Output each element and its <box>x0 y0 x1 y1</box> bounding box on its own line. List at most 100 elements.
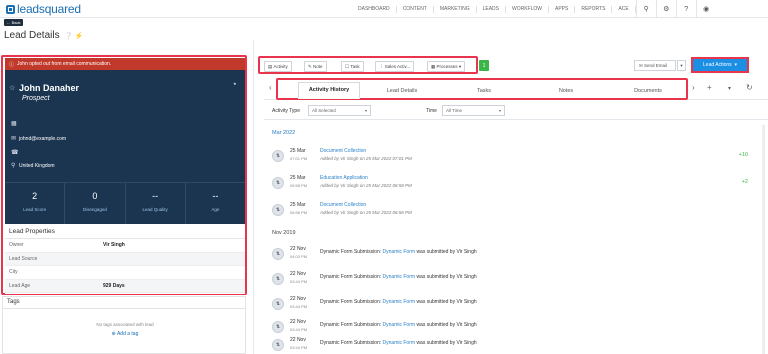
activity-type-icon: ⇅ <box>272 339 284 351</box>
nav-leads[interactable]: LEADS <box>477 5 506 13</box>
property-row: Lead Source <box>5 252 245 266</box>
back-button[interactable]: ← Back <box>4 19 23 26</box>
mail-icon: ✉ <box>11 136 17 142</box>
stat-value: -- <box>212 191 219 201</box>
lead-profile-card: ☆ John Danaher Prospect ⋆ ▦ ✉ johnd@examp… <box>5 70 245 224</box>
activity-title-link[interactable]: Document Collection <box>320 148 366 154</box>
stat-label: Lead Score <box>23 207 47 212</box>
lead-actions-button[interactable]: Lead Actions ▾ <box>691 57 749 73</box>
nav-workflow[interactable]: WORKFLOW <box>506 5 549 13</box>
tab-activity-history[interactable]: Activity History <box>298 82 360 99</box>
title-help-icon[interactable]: ❔ ⚡ <box>64 32 83 40</box>
activity-date: 22 Nov <box>290 271 306 277</box>
share-icon[interactable]: ⋆ <box>233 80 237 88</box>
property-value: 929 Days <box>103 282 125 289</box>
user-icon[interactable]: ◉ <box>695 0 716 18</box>
phone-row[interactable]: ☎ <box>11 149 19 156</box>
tab-documents[interactable]: Documents <box>612 82 684 99</box>
form-submission-suffix: was submitted by Vir Singh <box>416 340 477 346</box>
lead-email[interactable]: johnd@example.com <box>19 136 66 142</box>
activity-type-value: All Selected <box>312 108 336 113</box>
email-row[interactable]: ✉ johnd@example.com <box>11 135 66 143</box>
activity-type-icon: ⇅ <box>272 321 284 333</box>
nav-reports[interactable]: REPORTS <box>575 5 613 13</box>
lead-status: Prospect <box>22 95 50 102</box>
activity-icon: ▤ <box>268 63 273 69</box>
lead-properties-title: Lead Properties <box>5 224 245 239</box>
activity-type-select[interactable]: All Selected ▾ <box>308 105 371 116</box>
mail-icon: ✉ <box>639 62 643 68</box>
activity-added-by: Added by Vir Singh on 25 Mar 2022 07:01 … <box>320 156 412 161</box>
nav-content[interactable]: CONTENT <box>397 5 434 13</box>
note-button[interactable]: ✎ Note <box>304 61 327 72</box>
processes-label: Processes <box>436 64 458 69</box>
activity-item: ⇅ 22 Nov 04:03 PM Dynamic Form Submissio… <box>272 245 752 267</box>
activity-type-icon: ⇅ <box>272 273 284 285</box>
activity-type-icon: ⇅ <box>272 248 284 260</box>
task-label: Task <box>350 64 360 69</box>
form-link[interactable]: Dynamic Form <box>383 299 416 305</box>
company-row: ▦ <box>11 120 19 127</box>
processes-button[interactable]: ▦ Processes ▾ <box>427 61 466 72</box>
chevron-down-icon: ▾ <box>734 62 737 68</box>
activity-description: Dynamic Form Submission: Dynamic Form wa… <box>320 340 477 346</box>
process-count-badge[interactable]: 1 <box>479 60 489 71</box>
activity-description: Dynamic Form Submission: Dynamic Form wa… <box>320 299 477 305</box>
activity-title-link[interactable]: Education Application <box>320 175 368 181</box>
form-link[interactable]: Dynamic Form <box>383 249 416 255</box>
leadsquared-logo[interactable]: leadsquared <box>6 2 81 16</box>
processes-icon: ▦ <box>431 63 436 69</box>
tabs-prev-icon[interactable]: ‹ <box>269 83 272 92</box>
lead-summary-panel: ⓘ John opted out from email communication… <box>1 55 247 295</box>
task-button[interactable]: ☐ Task <box>341 61 364 72</box>
sales-activity-button[interactable]: ⋮ Sales Activ... <box>375 61 415 72</box>
help-icon[interactable]: ? <box>675 0 696 18</box>
tab-lead-details[interactable]: Lead Details <box>372 82 432 99</box>
tab-tasks[interactable]: Tasks <box>454 82 514 99</box>
tabs-menu-icon[interactable]: ▾ <box>728 85 731 92</box>
add-tag-link[interactable]: ⊕ Add a tag <box>3 331 247 337</box>
timeline-scrollbar[interactable] <box>762 125 765 354</box>
settings-icon[interactable]: ⚙ <box>655 0 676 18</box>
activity-time: 06:58 PM <box>290 183 308 188</box>
stat-label: Disengaged <box>82 207 107 212</box>
activity-title-link[interactable]: Document Collection <box>320 202 366 208</box>
activity-type-icon: ⇅ <box>272 298 284 310</box>
form-submission-suffix: was submitted by Vir Singh <box>416 299 477 305</box>
star-icon[interactable]: ☆ <box>9 84 15 92</box>
form-link[interactable]: Dynamic Form <box>383 340 416 346</box>
location-row: ⚲ United Kingdom <box>11 162 55 170</box>
time-select[interactable]: All Time ▾ <box>442 105 505 116</box>
nav-apps[interactable]: APPS <box>549 5 576 13</box>
form-link[interactable]: Dynamic Form <box>383 274 416 280</box>
add-tab-icon[interactable]: + <box>707 83 712 92</box>
nav-marketing[interactable]: MARKETING <box>434 5 477 13</box>
refresh-icon[interactable]: ↻ <box>746 83 753 92</box>
search-icon[interactable]: ⚲ <box>635 0 656 18</box>
send-email-button[interactable]: ✉ Send Email <box>634 60 676 71</box>
tabs-next-icon[interactable]: › <box>692 83 695 92</box>
nav-dashboard[interactable]: DASHBOARD <box>352 5 397 13</box>
panel-divider <box>253 40 254 354</box>
building-icon: ▦ <box>11 121 17 127</box>
plus-icon: ⊕ <box>111 331 116 337</box>
nav-ace[interactable]: ACE <box>612 5 636 13</box>
activity-date: 25 Mar <box>290 148 306 154</box>
property-key: City <box>9 269 18 276</box>
lead-properties: Lead Properties Owner Vir Singh Lead Sour… <box>5 224 245 294</box>
activity-item: ⇅ 22 Nov 03:44 PM Dynamic Form Submissio… <box>272 295 752 317</box>
time-value: All Time <box>446 108 463 113</box>
activity-date: 25 Mar <box>290 175 306 181</box>
activity-description: Dynamic Form Submission: Dynamic Form wa… <box>320 249 477 255</box>
lead-country: United Kingdom <box>19 162 55 169</box>
form-link[interactable]: Dynamic Form <box>383 322 416 328</box>
tab-notes[interactable]: Notes <box>536 82 596 99</box>
form-submission-prefix: Dynamic Form Submission: <box>320 322 382 328</box>
send-email-dropdown[interactable]: ▾ <box>677 60 686 71</box>
lightbulb-icon[interactable]: ⚡ <box>75 33 84 40</box>
activity-actions-bar: ▤ Activity ✎ Note ☐ Task ⋮ Sales Activ..… <box>258 56 478 74</box>
stat-label: Lead Quality <box>142 207 168 212</box>
form-submission-prefix: Dynamic Form Submission: <box>320 299 382 305</box>
property-value: Vir Singh <box>103 242 125 249</box>
activity-button[interactable]: ▤ Activity <box>264 61 292 72</box>
